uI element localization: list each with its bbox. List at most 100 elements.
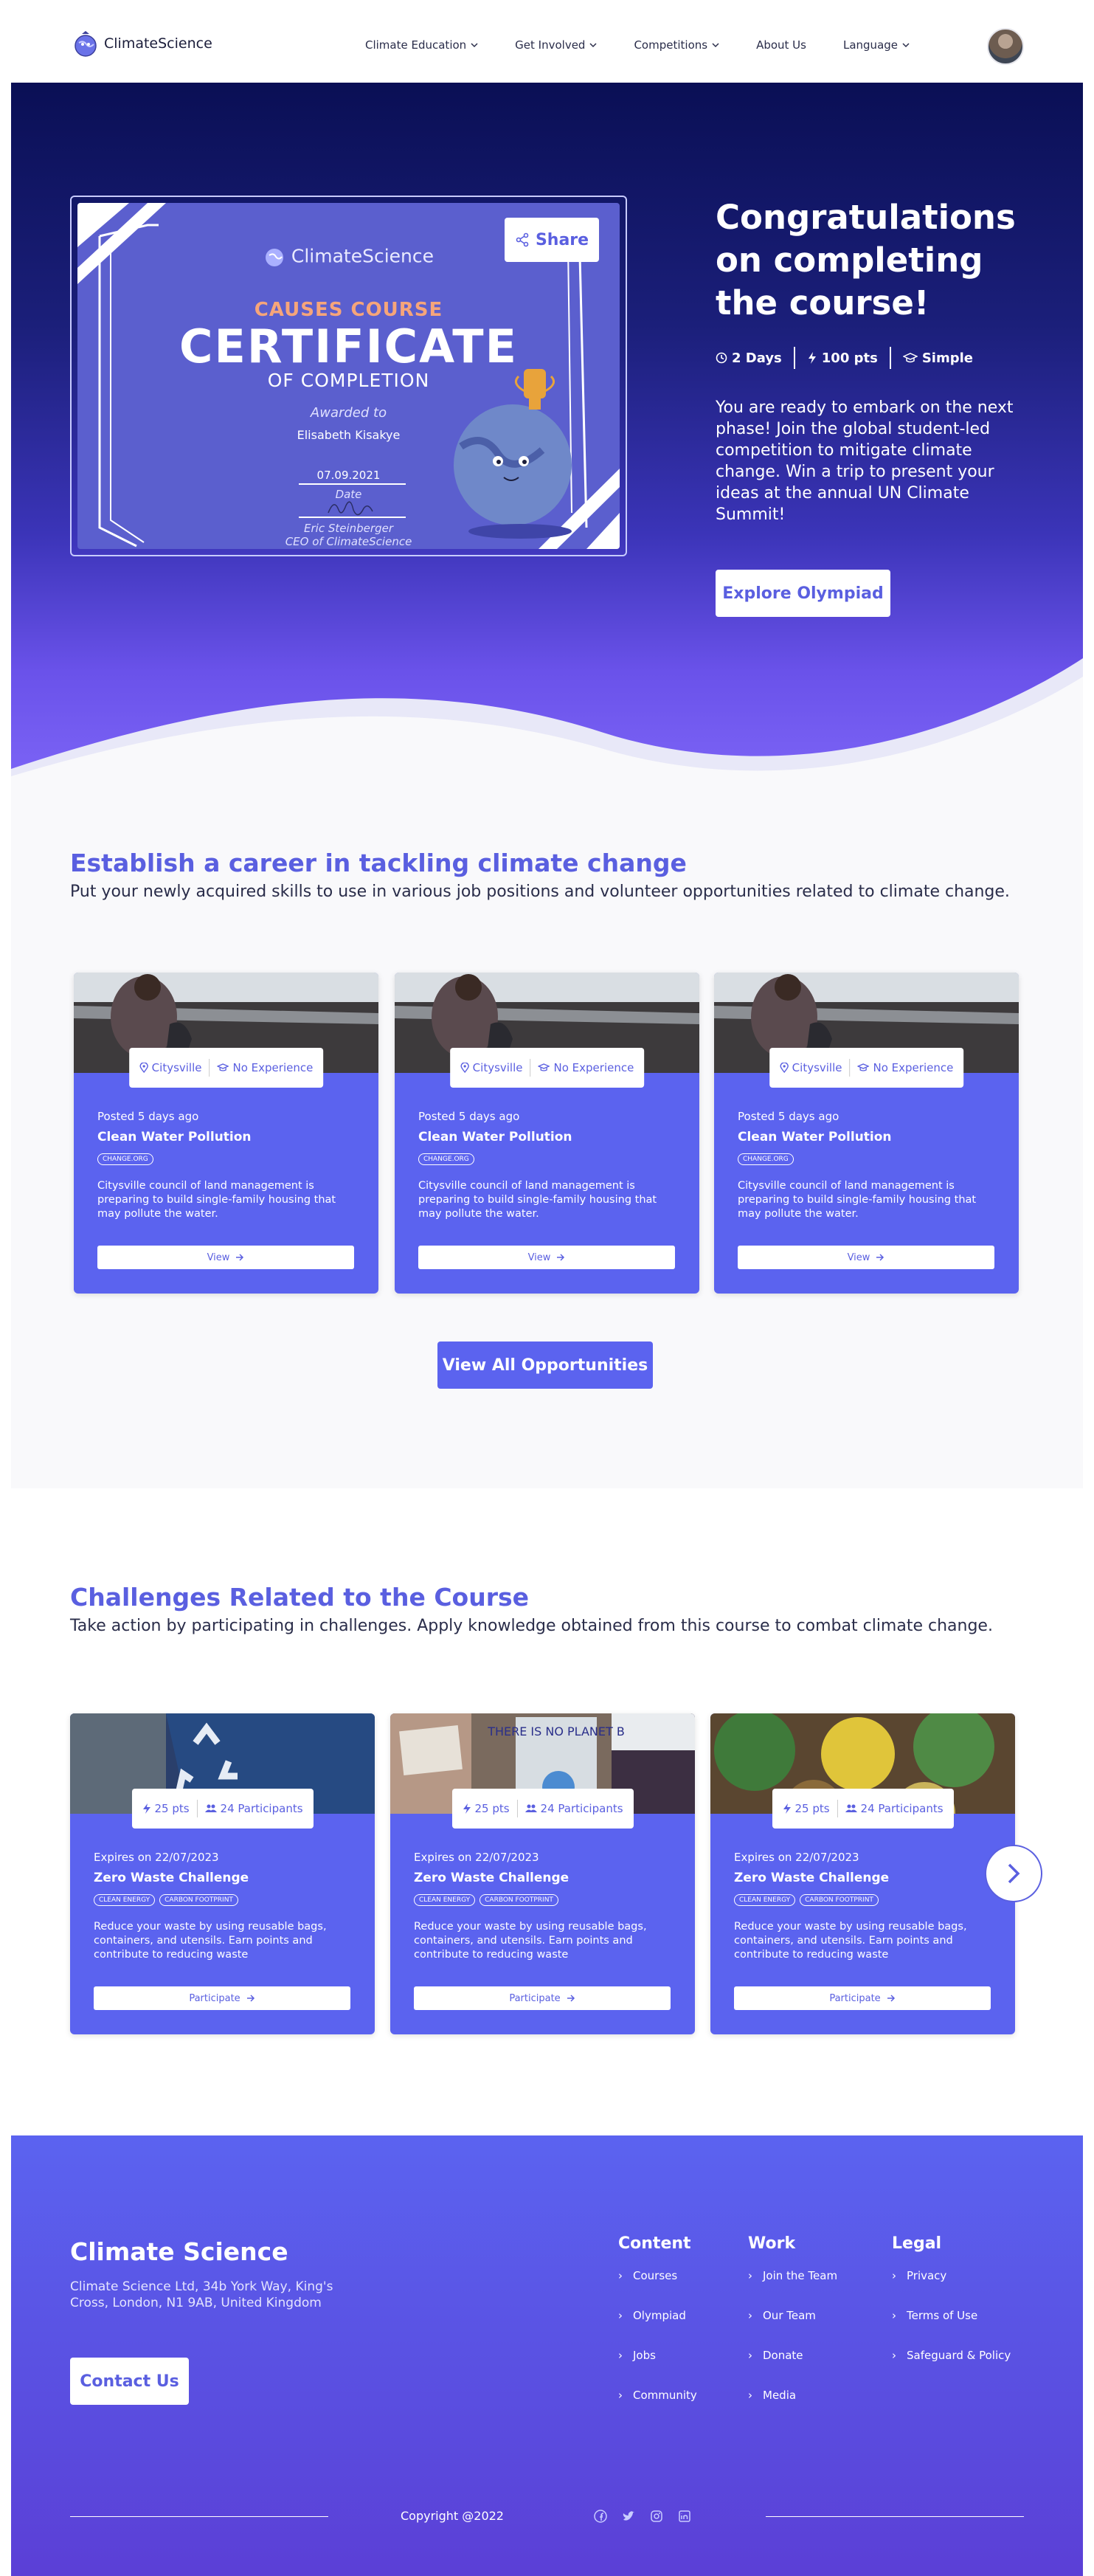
footer-column-legal: Legal › Privacy › Terms of Use › Safeguard … <box>892 2234 1011 2389</box>
meta-difficulty-value: Simple <box>921 350 973 366</box>
certificate-recipient: Elisabeth Kisakye <box>297 428 401 442</box>
certificate-subtitle: OF COMPLETION <box>267 370 430 391</box>
topic-chip: CLEAN ENERGY <box>414 1894 476 1906</box>
footer-link-jobs[interactable]: › Jobs <box>618 2349 697 2362</box>
challenge-card[interactable]: THERE IS NO PLANET B 25 pts 24 Participa… <box>390 1713 695 2034</box>
challenge-card[interactable]: 25 pts 24 Participants Expires on 22/07/… <box>710 1713 1015 2034</box>
chevron-right-icon: › <box>892 2349 896 2362</box>
brand-logo[interactable]: ClimateScience <box>73 30 212 58</box>
twitter-icon[interactable] <box>622 2510 635 2523</box>
certificate-card: Share ClimateScience CAUSES COURSE CERTI… <box>70 196 627 556</box>
footer-link-label: Olympiad <box>633 2309 686 2322</box>
nav-get-involved[interactable]: Get Involved <box>515 38 597 52</box>
participants-label: 24 Participants <box>220 1802 303 1815</box>
footer-link-terms[interactable]: › Terms of Use <box>892 2309 1011 2322</box>
job-card[interactable]: Citysville No Experience Posted 5 days a… <box>395 973 699 1294</box>
hero-description: You are ready to embark on the next phas… <box>716 398 1014 524</box>
nav-language[interactable]: Language <box>843 38 910 52</box>
footer-link-community[interactable]: › Community <box>618 2389 697 2402</box>
nav-label: Climate Education <box>365 38 467 52</box>
certificate-brand-name: ClimateScience <box>291 245 435 267</box>
experience-tag: No Experience <box>857 1061 953 1074</box>
points-tag: 25 pts <box>142 1802 190 1815</box>
tag-divider <box>849 1059 851 1077</box>
org-chips: CHANGE.ORG <box>97 1153 153 1165</box>
footer-link-join-team[interactable]: › Join the Team <box>748 2269 837 2282</box>
footer-link-media[interactable]: › Media <box>748 2389 837 2402</box>
footer-divider <box>70 2516 328 2517</box>
footer-link-olympiad[interactable]: › Olympiad <box>618 2309 697 2322</box>
participate-button[interactable]: Participate <box>734 1986 991 2010</box>
topic-chip: CARBON FOOTPRINT <box>480 1894 558 1906</box>
org-chips: CHANGE.ORG <box>738 1153 794 1165</box>
points-tag: 25 pts <box>462 1802 510 1815</box>
clock-icon <box>716 352 727 364</box>
chevron-down-icon <box>589 43 597 48</box>
chevron-down-icon <box>471 43 478 48</box>
challenge-description: Reduce your waste by using reusable bags… <box>94 1921 327 1961</box>
chevron-right-icon: › <box>892 2309 896 2322</box>
certificate-brand: ClimateScience <box>77 244 620 269</box>
footer-column-work: Work › Join the Team › Our Team › Donate › M… <box>748 2234 837 2428</box>
globe-logo-icon <box>265 249 283 266</box>
location-tag: Citysville <box>779 1061 842 1074</box>
footer-link-donate[interactable]: › Donate <box>748 2349 837 2362</box>
footer-link-courses[interactable]: › Courses <box>618 2269 697 2282</box>
arrow-right-icon <box>246 1995 255 2002</box>
tag-divider <box>516 1800 518 1817</box>
topic-chips: CLEAN ENERGY CARBON FOOTPRINT <box>414 1894 558 1906</box>
user-avatar[interactable] <box>987 28 1024 65</box>
meta-difficulty: Simple <box>891 351 985 366</box>
topic-chip: CLEAN ENERGY <box>94 1894 156 1906</box>
experience-tag: No Experience <box>538 1061 634 1074</box>
job-card[interactable]: Citysville No Experience Posted 5 days a… <box>714 973 1019 1294</box>
footer-link-label: Join the Team <box>763 2269 838 2282</box>
linkedin-icon[interactable] <box>678 2510 691 2523</box>
chevron-right-icon: › <box>748 2349 752 2362</box>
certificate-date: 07.09.2021 <box>316 469 381 482</box>
nav-label: Language <box>842 38 899 52</box>
lightning-icon <box>783 1803 791 1814</box>
experience-label: No Experience <box>232 1061 314 1074</box>
footer-link-safeguard[interactable]: › Safeguard & Policy <box>892 2349 1011 2362</box>
points-label: 25 pts <box>794 1802 830 1815</box>
hero-title: Congratulations on completing the course… <box>716 198 1016 322</box>
view-job-button[interactable]: View <box>738 1246 994 1269</box>
chevron-right-icon: › <box>618 2389 623 2402</box>
participate-button[interactable]: Participate <box>414 1986 671 2010</box>
signature-line <box>299 517 406 518</box>
page: ClimateScience Climate Education Get Inv… <box>11 0 1083 2576</box>
facebook-icon[interactable] <box>594 2510 607 2523</box>
topic-chips: CLEAN ENERGY CARBON FOOTPRINT <box>94 1894 238 1906</box>
certificate: Share ClimateScience CAUSES COURSE CERTI… <box>77 203 620 549</box>
nav-competitions[interactable]: Competitions <box>634 38 719 52</box>
contact-us-button[interactable]: Contact Us <box>70 2358 189 2405</box>
certificate-signer-role: CEO of ClimateScience <box>285 535 412 548</box>
job-title: Clean Water Pollution <box>97 1130 252 1144</box>
nav-about-us[interactable]: About Us <box>756 38 806 52</box>
job-description: Citysville council of land management is… <box>97 1180 336 1220</box>
carousel-next-button[interactable] <box>985 1845 1042 1902</box>
challenge-card[interactable]: 25 pts 24 Participants Expires on 22/07/… <box>70 1713 375 2034</box>
explore-olympiad-button[interactable]: Explore Olympiad <box>716 570 890 617</box>
footer-link-label: Terms of Use <box>907 2309 978 2322</box>
challenge-tags: 25 pts 24 Participants <box>772 1789 954 1829</box>
footer-link-privacy[interactable]: › Privacy <box>892 2269 1011 2282</box>
footer-link-our-team[interactable]: › Our Team <box>748 2309 837 2322</box>
job-card[interactable]: Citysville No Experience Posted 5 days a… <box>74 973 378 1294</box>
meta-duration-value: 2 Days <box>732 350 782 366</box>
participate-button[interactable]: Participate <box>94 1986 350 2010</box>
nav-climate-education[interactable]: Climate Education <box>365 38 478 52</box>
view-label: View <box>527 1251 551 1263</box>
date-line <box>299 483 406 485</box>
challenge-tags: 25 pts 24 Participants <box>451 1789 634 1829</box>
view-all-opportunities-button[interactable]: View All Opportunities <box>437 1341 653 1389</box>
view-job-button[interactable]: View <box>97 1246 354 1269</box>
footer-link-label: Privacy <box>907 2269 947 2282</box>
posted-date: Posted 5 days ago <box>738 1110 839 1123</box>
view-job-button[interactable]: View <box>418 1246 675 1269</box>
footer-column-content: Content › Courses › Olympiad › Jobs › Commun… <box>618 2234 697 2428</box>
meta-duration: 2 Days <box>716 351 794 366</box>
points-label: 25 pts <box>474 1802 510 1815</box>
instagram-icon[interactable] <box>650 2510 663 2523</box>
